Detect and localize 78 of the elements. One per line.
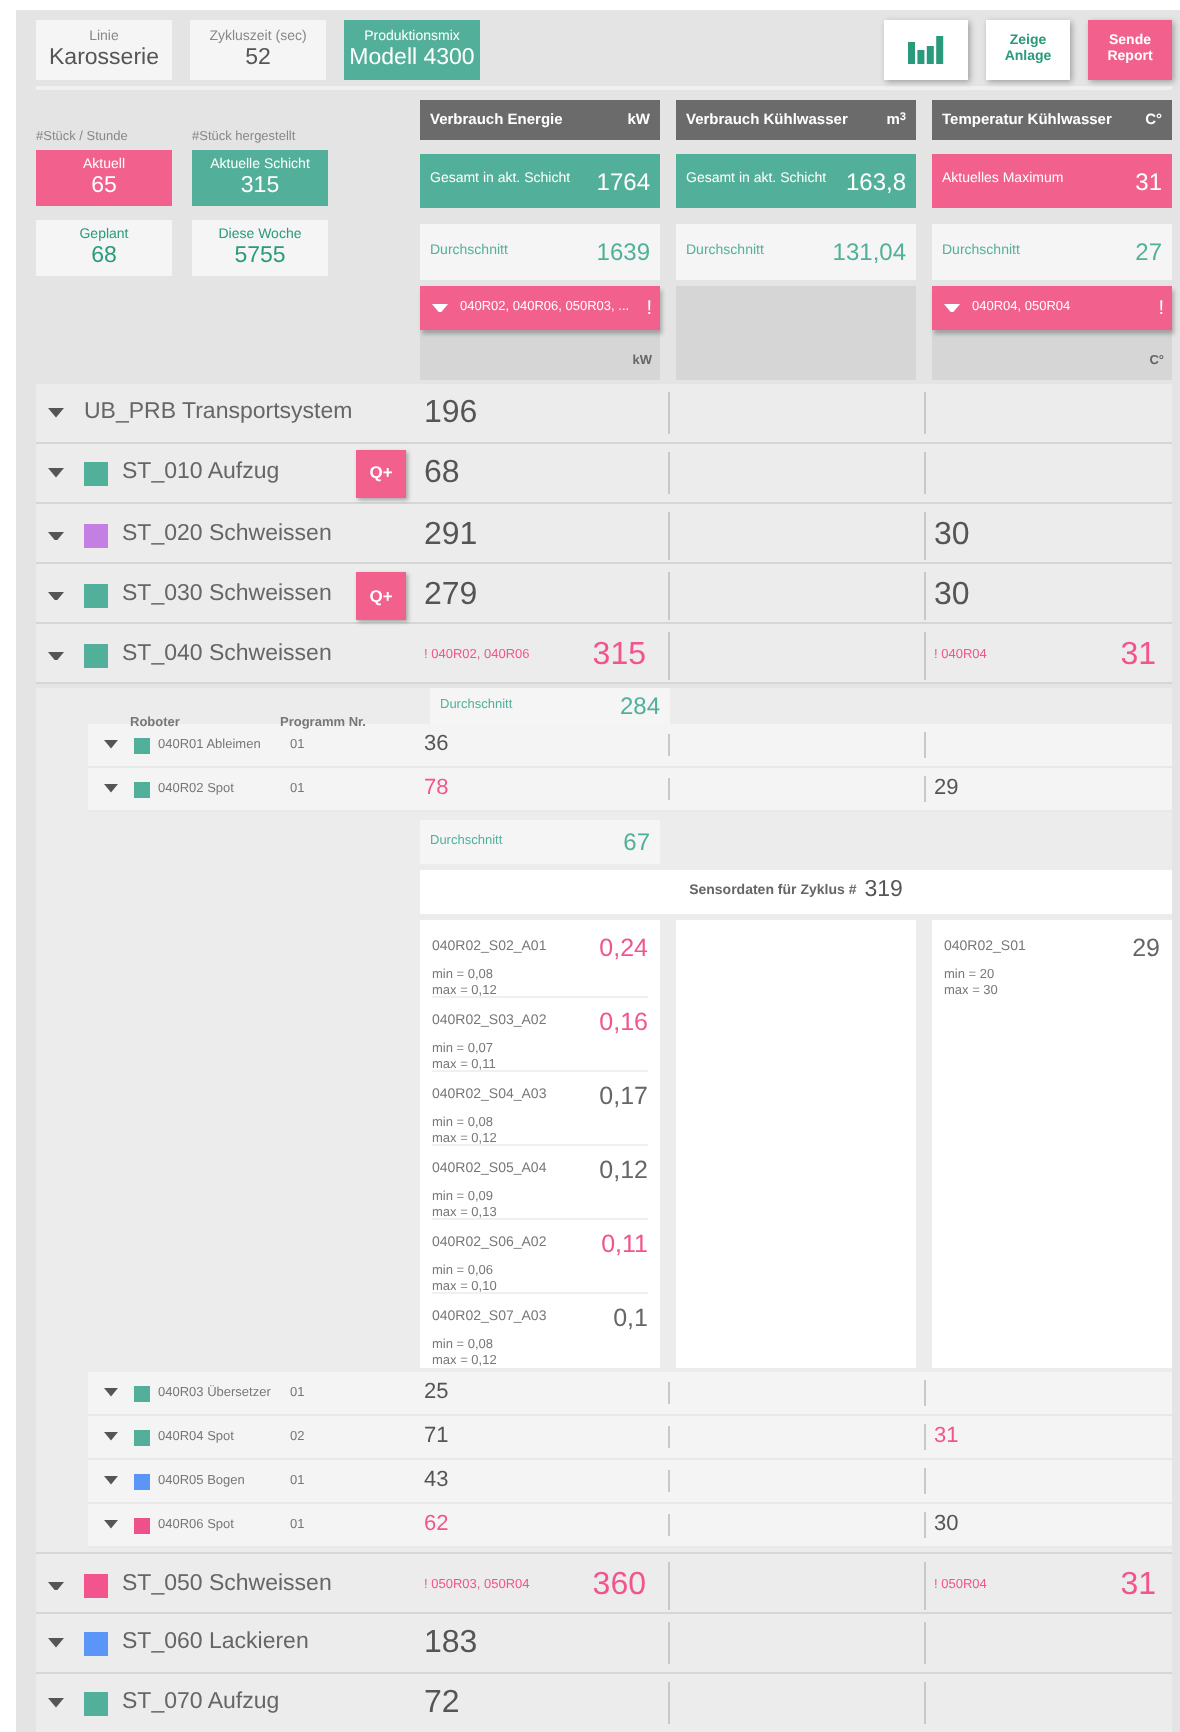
tile-value: 315 <box>240 173 280 199</box>
caret-icon[interactable] <box>104 1520 118 1530</box>
field-value: Karosserie <box>49 45 159 71</box>
average-value: 131,04 <box>832 236 906 270</box>
bar-chart-icon <box>908 36 944 64</box>
temperature-value: 30 <box>934 516 970 556</box>
temperature-value: 29 <box>934 776 959 802</box>
station-row[interactable]: ST_070 Aufzug 72 <box>36 1674 1172 1732</box>
station-row[interactable]: UB_PRB Transportsystem 196 <box>36 384 1172 444</box>
energy-value: 71 <box>424 1424 449 1450</box>
average-value: 27 <box>1135 236 1162 270</box>
temperature-value: 30 <box>934 576 970 616</box>
caret-icon[interactable] <box>432 303 448 313</box>
station-name: ST_070 Aufzug <box>122 1687 280 1718</box>
caret-icon[interactable] <box>48 1638 64 1648</box>
caret-icon[interactable] <box>104 784 118 794</box>
field-value: 52 <box>245 45 271 71</box>
field-value: Modell 4300 <box>349 45 475 71</box>
energy-value: 315 <box>592 636 646 676</box>
tile-value: 65 <box>91 173 117 199</box>
energy-value: 196 <box>424 393 478 433</box>
station-row[interactable]: ST_060 Lackieren 183 <box>36 1614 1172 1674</box>
energy-value: 78 <box>424 776 449 802</box>
sensor-value: 29 <box>1132 932 1160 966</box>
station-row[interactable]: ST_020 Schweissen 291 30 <box>36 504 1172 564</box>
energy-value: 360 <box>592 1566 646 1606</box>
station-name: ST_050 Schweissen <box>122 1570 332 1601</box>
station-row[interactable]: ST_030 Schweissen Q+ 279 30 <box>36 564 1172 624</box>
caret-icon[interactable] <box>48 1581 64 1591</box>
caret-icon[interactable] <box>48 651 64 661</box>
sensor-value: 0,11 <box>601 1228 648 1262</box>
chart-button[interactable] <box>884 20 968 80</box>
metric-value: 163,8 <box>845 165 906 199</box>
station-name: ST_060 Lackieren <box>122 1627 309 1658</box>
energy-value: 36 <box>424 732 449 758</box>
caret-icon[interactable] <box>944 303 960 313</box>
average-value: 284 <box>619 690 660 724</box>
energy-value: 279 <box>424 576 478 616</box>
temperature-value: 30 <box>934 1512 959 1538</box>
energy-value: 68 <box>424 453 460 493</box>
caret-icon[interactable] <box>48 591 64 601</box>
alert-mark: ! <box>646 295 652 323</box>
sensor-value: 0,1 <box>613 1302 648 1336</box>
sensor-value: 0,24 <box>599 932 648 966</box>
tile-value: 68 <box>91 243 117 269</box>
average-value: 67 <box>623 826 650 860</box>
sensor-value: 0,17 <box>599 1080 648 1114</box>
caret-icon[interactable] <box>48 468 64 478</box>
metric-value: 1764 <box>596 165 650 199</box>
energy-value: 25 <box>424 1380 449 1406</box>
sensor-value: 0,16 <box>599 1006 648 1040</box>
metric-value: 31 <box>1135 165 1162 199</box>
energy-value: 62 <box>424 1512 449 1538</box>
caret-icon[interactable] <box>48 531 64 541</box>
energy-value: 43 <box>424 1468 449 1494</box>
temperature-value: 31 <box>934 1424 959 1450</box>
caret-icon[interactable] <box>104 1432 118 1442</box>
station-name: ST_040 Schweissen <box>122 640 332 671</box>
temperature-value: 31 <box>1120 1566 1156 1606</box>
average-value: 1639 <box>596 236 650 270</box>
station-name: ST_030 Schweissen <box>122 580 332 611</box>
station-name: UB_PRB Transportsystem <box>84 397 353 428</box>
caret-icon[interactable] <box>104 740 118 750</box>
caret-icon[interactable] <box>48 1698 64 1708</box>
station-name: ST_010 Aufzug <box>122 457 280 488</box>
station-name: ST_020 Schweissen <box>122 520 332 551</box>
station-row[interactable]: ST_010 Aufzug Q+ 68 <box>36 444 1172 504</box>
temperature-value: 31 <box>1120 636 1156 676</box>
energy-value: 183 <box>424 1623 478 1663</box>
tile-value: 5755 <box>234 243 286 269</box>
caret-icon[interactable] <box>48 408 64 418</box>
energy-value: 72 <box>424 1683 460 1723</box>
sensor-value: 0,12 <box>599 1154 648 1188</box>
caret-icon[interactable] <box>104 1476 118 1486</box>
energy-value: 291 <box>424 516 478 556</box>
caret-icon[interactable] <box>104 1388 118 1398</box>
cycle-number: 319 <box>864 876 903 907</box>
alert-mark: ! <box>1158 295 1164 323</box>
